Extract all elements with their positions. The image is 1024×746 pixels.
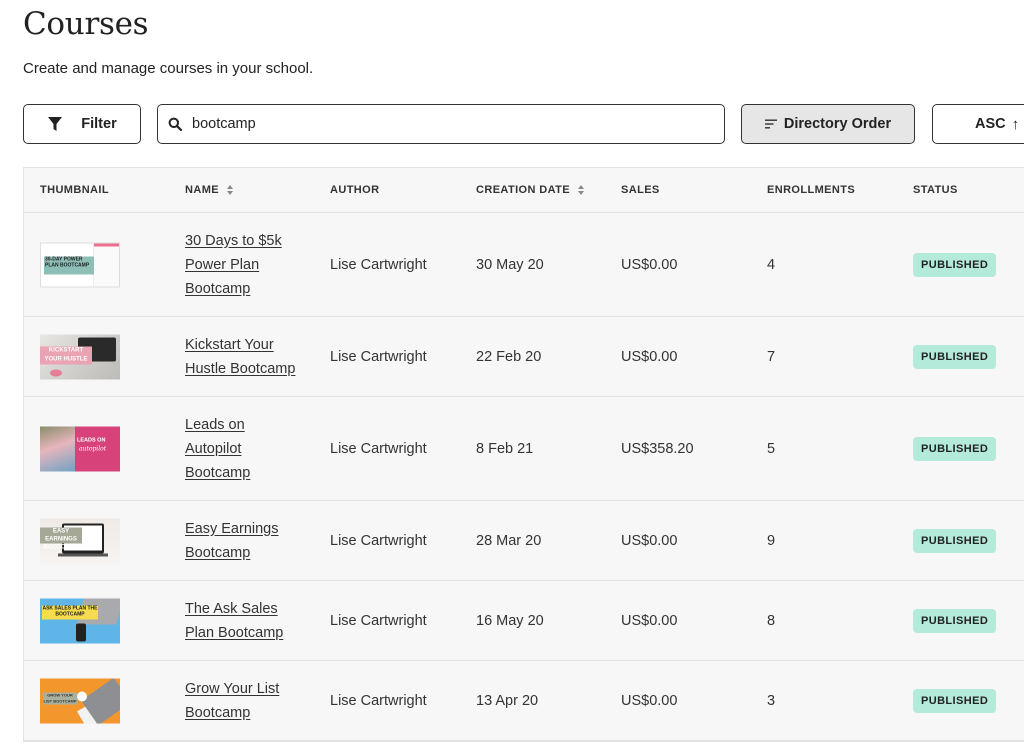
sort-arrows-icon[interactable] — [578, 185, 585, 195]
course-thumbnail[interactable]: LEADS ON autopilot — [40, 426, 120, 471]
course-thumbnail[interactable]: EASY EARNINGS BOOTCAMP — [40, 518, 120, 563]
course-creation-date: 16 May 20 — [476, 612, 544, 629]
course-name: The Ask Sales Plan Bootcamp — [185, 597, 310, 645]
course-sales: US$0.00 — [621, 612, 678, 629]
column-header-status: STATUS — [913, 184, 958, 196]
course-sales: US$358.20 — [621, 440, 694, 457]
filter-button[interactable]: Filter — [23, 104, 141, 144]
column-header-name[interactable]: NAME — [185, 184, 233, 196]
sort-lines-icon — [764, 119, 777, 129]
course-enrollments: 4 — [767, 256, 776, 273]
status-badge: PUBLISHED — [913, 436, 997, 461]
course-name-link[interactable]: The Ask Sales Plan Bootcamp — [185, 601, 283, 641]
course-enrollments: 8 — [767, 612, 776, 629]
column-header-sales: SALES — [621, 184, 660, 196]
course-name: Kickstart Your Hustle Bootcamp — [185, 333, 310, 381]
course-sales: US$0.00 — [621, 348, 678, 365]
status-cell: PUBLISHED — [913, 608, 997, 633]
search-icon — [168, 117, 182, 131]
sort-order-button[interactable]: Directory Order — [741, 104, 915, 144]
course-thumbnail[interactable]: 30-DAY POWER PLAN BOOTCAMP — [40, 242, 120, 287]
course-sales: US$0.00 — [621, 532, 678, 549]
search-input[interactable] — [192, 116, 692, 132]
course-name-link[interactable]: Easy Earnings Bootcamp — [185, 521, 279, 561]
table-row: LEADS ON autopilot Leads on Autopilot Boo… — [24, 397, 1024, 501]
course-creation-date: 8 Feb 21 — [476, 440, 534, 457]
course-name-link[interactable]: Kickstart Your Hustle Bootcamp — [185, 337, 295, 377]
course-author: Lise Cartwright — [330, 440, 427, 457]
course-creation-date: 30 May 20 — [476, 256, 544, 273]
course-author: Lise Cartwright — [330, 692, 427, 709]
course-creation-date: 28 Mar 20 — [476, 532, 542, 549]
status-badge: PUBLISHED — [913, 608, 997, 633]
course-name: Leads on Autopilot Bootcamp — [185, 413, 265, 485]
course-name: Grow Your List Bootcamp — [185, 677, 305, 725]
course-enrollments: 5 — [767, 440, 776, 457]
status-cell: PUBLISHED — [913, 344, 997, 369]
sort-direction-button[interactable]: ASC ↑ — [932, 104, 1024, 144]
filter-icon — [48, 117, 63, 131]
sort-direction-label: ASC — [975, 116, 1006, 132]
status-cell: PUBLISHED — [913, 688, 997, 713]
course-enrollments: 9 — [767, 532, 776, 549]
status-badge: PUBLISHED — [913, 252, 997, 277]
table-row: EASY EARNINGS BOOTCAMP Easy Earnings Boo… — [24, 501, 1024, 581]
course-enrollments: 3 — [767, 692, 776, 709]
status-badge: PUBLISHED — [913, 344, 997, 369]
course-name: 30 Days to $5k Power Plan Bootcamp — [185, 229, 305, 301]
sort-arrows-icon[interactable] — [227, 185, 233, 195]
course-thumbnail[interactable]: GROW YOUR LIST BOOTCAMP — [40, 678, 120, 723]
toolbar: Filter Directory Order ASC ↑ — [0, 104, 1024, 144]
status-badge: PUBLISHED — [913, 528, 997, 553]
search-field[interactable] — [157, 104, 725, 144]
course-sales: US$0.00 — [621, 256, 678, 273]
table-row: 30-DAY POWER PLAN BOOTCAMP 30 Days to $5… — [24, 213, 1024, 317]
table-header: THUMBNAIL NAME AUTHOR CREATION DATE SALE… — [24, 168, 1024, 213]
page-subtitle: Create and manage courses in your school… — [23, 60, 314, 77]
course-thumbnail[interactable]: KICKSTART YOUR HUSTLE — [40, 334, 120, 379]
course-sales: US$0.00 — [621, 692, 678, 709]
course-name-link[interactable]: 30 Days to $5k Power Plan Bootcamp — [185, 233, 282, 297]
course-author: Lise Cartwright — [330, 348, 427, 365]
courses-table: THUMBNAIL NAME AUTHOR CREATION DATE SALE… — [23, 167, 1024, 742]
table-row: GROW YOUR LIST BOOTCAMP Grow Your List B… — [24, 661, 1024, 741]
course-name: Easy Earnings Bootcamp — [185, 517, 305, 565]
course-author: Lise Cartwright — [330, 612, 427, 629]
column-header-thumbnail: THUMBNAIL — [40, 184, 109, 196]
table-row: KICKSTART YOUR HUSTLE Kickstart Your Hus… — [24, 317, 1024, 397]
table-row: ASK SALES PLAN THE BOOTCAMP The Ask Sale… — [24, 581, 1024, 661]
arrow-up-icon: ↑ — [1011, 115, 1020, 133]
column-header-creation-date[interactable]: CREATION DATE — [476, 184, 585, 196]
course-author: Lise Cartwright — [330, 256, 427, 273]
page-title: Courses — [23, 6, 149, 42]
status-cell: PUBLISHED — [913, 436, 997, 461]
sort-order-label: Directory Order — [783, 116, 892, 132]
column-header-author: AUTHOR — [330, 184, 380, 196]
filter-button-label: Filter — [81, 116, 117, 132]
course-name-link[interactable]: Grow Your List Bootcamp — [185, 681, 279, 721]
status-badge: PUBLISHED — [913, 688, 997, 713]
course-creation-date: 22 Feb 20 — [476, 348, 542, 365]
column-header-enrollments: ENROLLMENTS — [767, 184, 856, 196]
course-author: Lise Cartwright — [330, 532, 427, 549]
course-thumbnail[interactable]: ASK SALES PLAN THE BOOTCAMP — [40, 598, 120, 643]
course-creation-date: 13 Apr 20 — [476, 692, 539, 709]
course-name-link[interactable]: Leads on Autopilot Bootcamp — [185, 417, 250, 481]
status-cell: PUBLISHED — [913, 528, 997, 553]
course-enrollments: 7 — [767, 348, 776, 365]
status-cell: PUBLISHED — [913, 252, 997, 277]
